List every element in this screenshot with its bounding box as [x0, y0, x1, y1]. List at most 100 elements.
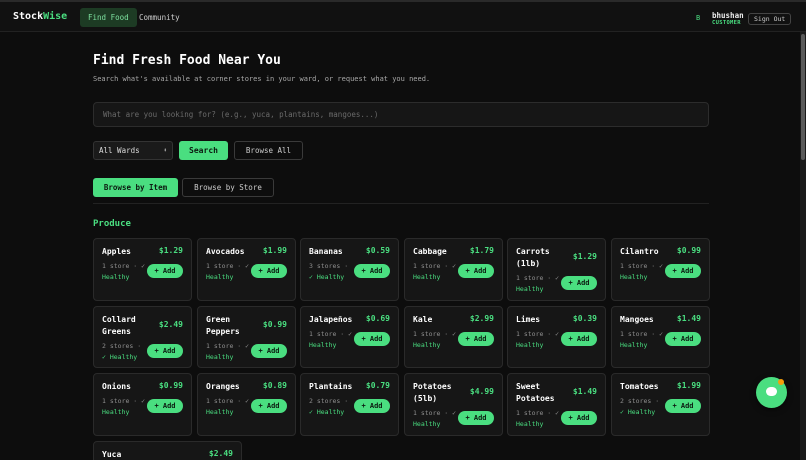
search-input[interactable]	[93, 102, 709, 127]
user-name: bhushan	[712, 11, 744, 20]
product-price: $0.39	[572, 314, 597, 323]
product-price: $1.99	[676, 381, 701, 390]
product-price: $0.99	[158, 381, 183, 390]
add-to-cart-button[interactable]: + Add	[147, 399, 183, 413]
add-to-cart-button[interactable]: + Add	[147, 344, 183, 358]
product-card[interactable]: Cilantro $0.99 1 store · ✓ Healthy + Add	[611, 238, 710, 301]
add-to-cart-button[interactable]: + Add	[458, 264, 494, 278]
add-to-cart-button[interactable]: + Add	[251, 399, 287, 413]
search-button[interactable]: Search	[179, 141, 228, 160]
healthy-badge: Healthy	[206, 353, 234, 361]
product-name: Collard Greens	[102, 315, 136, 336]
product-card[interactable]: Jalapeños $0.69 1 store · ✓ Healthy + Add	[300, 306, 399, 368]
store-count: 1 store · ✓	[206, 397, 250, 405]
product-card[interactable]: Cabbage $1.79 1 store · ✓ Healthy + Add	[404, 238, 503, 301]
product-price: $0.99	[676, 246, 701, 255]
store-count: 2 stores ·	[309, 397, 349, 405]
product-name: Yuca	[102, 450, 122, 459]
product-price: $2.49	[208, 449, 233, 458]
store-count: 1 store · ✓	[516, 409, 560, 417]
product-card[interactable]: Tomatoes $1.99 2 stores · ✓ Healthy + Add	[611, 373, 710, 436]
healthy-badge: Healthy	[620, 273, 648, 281]
product-price: $0.59	[365, 246, 390, 255]
add-to-cart-button[interactable]: + Add	[354, 399, 390, 413]
product-card[interactable]: Plantains $0.79 2 stores · ✓ Healthy + Add	[300, 373, 399, 436]
product-card[interactable]: Avocados $1.99 1 store · ✓ Healthy + Add	[197, 238, 296, 301]
product-price: $0.89	[262, 381, 287, 390]
store-count: 2 stores ·	[620, 397, 660, 405]
product-price: $1.79	[469, 246, 494, 255]
user-role-badge: CUSTOMER	[712, 20, 741, 26]
product-name: Green Peppers	[206, 315, 240, 336]
add-to-cart-button[interactable]: + Add	[458, 411, 494, 425]
healthy-badge: ✓ Healthy	[309, 408, 345, 416]
store-count: 1 store · ✓	[206, 342, 250, 350]
product-price: $4.99	[469, 387, 494, 396]
notification-dot	[778, 379, 784, 385]
product-name: Tomatoes	[620, 382, 659, 391]
store-count: 1 store · ✓	[413, 409, 457, 417]
product-card[interactable]: Green Peppers $0.99 1 store · ✓ Healthy + Ad…	[197, 306, 296, 368]
nav-find-food[interactable]: Find Food	[80, 8, 137, 27]
product-price: $0.69	[365, 314, 390, 323]
browse-all-button[interactable]: Browse All	[234, 141, 303, 160]
healthy-badge: Healthy	[309, 341, 337, 349]
product-card[interactable]: Sweet Potatoes $1.49 1 store · ✓ Healthy + A…	[507, 373, 606, 436]
product-name: Kale	[413, 315, 433, 324]
add-to-cart-button[interactable]: + Add	[251, 344, 287, 358]
add-to-cart-button[interactable]: + Add	[354, 332, 390, 346]
healthy-badge: ✓ Healthy	[620, 408, 656, 416]
store-count: 1 store · ✓	[102, 397, 146, 405]
tab-browse-by-store[interactable]: Browse by Store	[182, 178, 274, 197]
product-card[interactable]: Potatoes (5lb) $4.99 1 store · ✓ Healthy + A…	[404, 373, 503, 436]
product-name: Jalapeños	[309, 315, 353, 324]
page-title: Find Fresh Food Near You	[93, 53, 281, 68]
healthy-badge: Healthy	[516, 341, 544, 349]
product-name: Limes	[516, 315, 541, 324]
product-card[interactable]: Kale $2.99 1 store · ✓ Healthy + Add	[404, 306, 503, 368]
product-card[interactable]: Collard Greens $2.49 2 stores · ✓ Healthy + …	[93, 306, 192, 368]
product-name: Sweet Potatoes	[516, 382, 555, 403]
product-card[interactable]: Bananas $0.59 3 stores · ✓ Healthy + Add	[300, 238, 399, 301]
healthy-badge: Healthy	[516, 285, 544, 293]
product-card[interactable]: Carrots (1lb) $1.29 1 store · ✓ Healthy + Ad…	[507, 238, 606, 301]
add-to-cart-button[interactable]: + Add	[458, 332, 494, 346]
product-card[interactable]: Oranges $0.89 1 store · ✓ Healthy + Add	[197, 373, 296, 436]
product-price: $1.99	[262, 246, 287, 255]
store-count: 1 store · ✓	[413, 262, 457, 270]
product-name: Bananas	[309, 247, 343, 256]
select-arrows-icon: ⬍	[163, 147, 167, 154]
product-price: $1.29	[572, 252, 597, 261]
product-price: $2.99	[469, 314, 494, 323]
store-count: 1 store · ✓	[413, 330, 457, 338]
app-logo[interactable]: StockWise	[13, 11, 67, 22]
product-name: Cilantro	[620, 247, 659, 256]
add-to-cart-button[interactable]: + Add	[354, 264, 390, 278]
product-name: Carrots (1lb)	[516, 247, 550, 268]
healthy-badge: ✓ Healthy	[309, 273, 345, 281]
store-count: 3 stores ·	[309, 262, 349, 270]
page-scrollbar-thumb[interactable]	[801, 34, 805, 160]
healthy-badge: Healthy	[206, 273, 234, 281]
product-card[interactable]: Limes $0.39 1 store · ✓ Healthy + Add	[507, 306, 606, 368]
add-to-cart-button[interactable]: + Add	[665, 332, 701, 346]
product-card[interactable]: Onions $0.99 1 store · ✓ Healthy + Add	[93, 373, 192, 436]
add-to-cart-button[interactable]: + Add	[561, 276, 597, 290]
ward-select[interactable]: All Wards ⬍	[93, 141, 173, 160]
add-to-cart-button[interactable]: + Add	[561, 332, 597, 346]
product-card[interactable]: Yuca $2.49	[93, 441, 242, 460]
add-to-cart-button[interactable]: + Add	[561, 411, 597, 425]
add-to-cart-button[interactable]: + Add	[665, 264, 701, 278]
chat-bubble-icon	[766, 387, 777, 396]
store-count: 1 store · ✓	[620, 262, 664, 270]
product-card[interactable]: Apples $1.29 1 store · ✓ Healthy + Add	[93, 238, 192, 301]
product-card[interactable]: Mangoes $1.49 1 store · ✓ Healthy + Add	[611, 306, 710, 368]
add-to-cart-button[interactable]: + Add	[147, 264, 183, 278]
add-to-cart-button[interactable]: + Add	[251, 264, 287, 278]
add-to-cart-button[interactable]: + Add	[665, 399, 701, 413]
sign-out-button[interactable]: Sign Out	[748, 13, 792, 25]
product-name: Apples	[102, 247, 131, 256]
tab-browse-by-item[interactable]: Browse by Item	[93, 178, 178, 197]
store-count: 1 store · ✓	[309, 330, 353, 338]
nav-community[interactable]: Community	[131, 8, 188, 27]
